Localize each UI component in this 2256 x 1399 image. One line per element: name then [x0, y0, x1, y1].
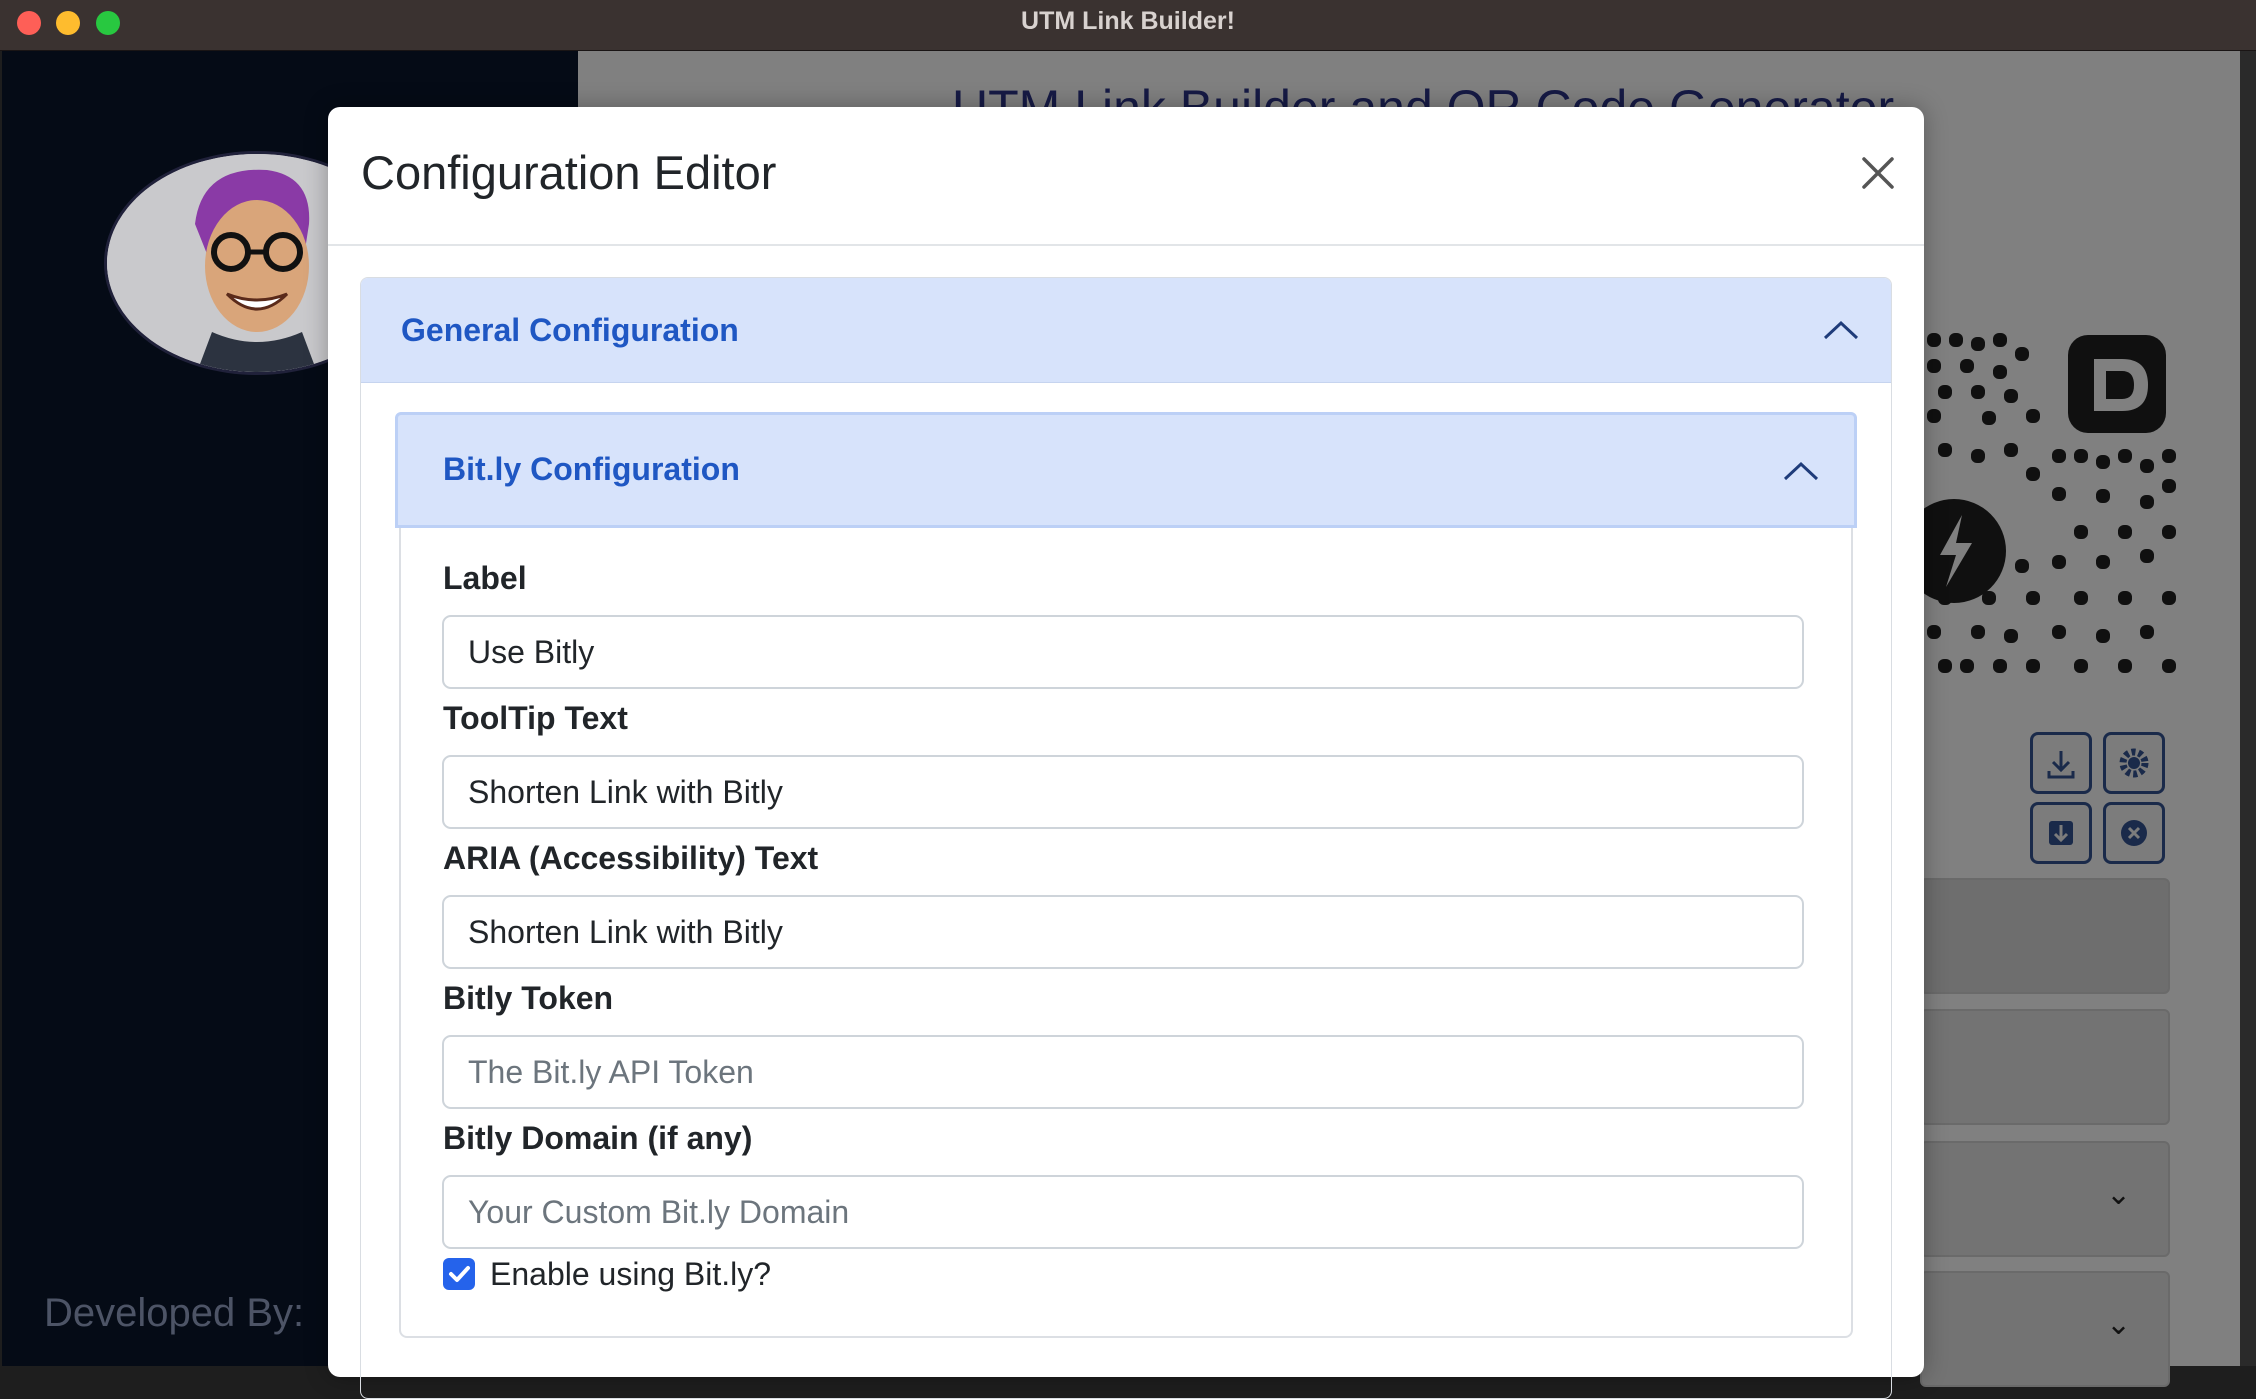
- gear-icon: [2119, 748, 2149, 778]
- chevron-up-icon: [1783, 461, 1819, 481]
- chevron-up-icon: [1823, 320, 1859, 340]
- check-icon: [449, 1266, 470, 1282]
- enable-bitly-label: Enable using Bit.ly?: [490, 1256, 772, 1292]
- window-titlebar: UTM Link Builder!: [0, 0, 2256, 51]
- modal-header: Configuration Editor: [328, 107, 1924, 246]
- clear-icon: [2121, 820, 2147, 846]
- window-edge: [2240, 51, 2256, 1366]
- bitly-token-label: Bitly Token: [443, 980, 614, 1016]
- background-panel: [1920, 1009, 2170, 1125]
- window-title: UTM Link Builder!: [1021, 7, 1235, 35]
- chevron-down-icon: ⌄: [2106, 1308, 2132, 1341]
- bitly-configuration-section: Bit.ly Configuration Label ToolTip Text …: [395, 412, 1857, 1338]
- tooltip-field-label: ToolTip Text: [443, 700, 628, 736]
- section-title: General Configuration: [401, 312, 739, 348]
- clear-button[interactable]: [2103, 802, 2165, 864]
- settings-button[interactable]: [2103, 732, 2165, 794]
- tooltip-input[interactable]: [442, 755, 1804, 829]
- qr-code: [1902, 329, 2178, 773]
- configuration-editor-modal: Configuration Editor General Configurati…: [328, 107, 1924, 1399]
- label-field-label: Label: [443, 560, 527, 596]
- aria-input[interactable]: [442, 895, 1804, 969]
- aria-field-label: ARIA (Accessibility) Text: [443, 840, 819, 876]
- background-panel: [1920, 878, 2170, 994]
- bitly-configuration-header[interactable]: Bit.ly Configuration: [395, 412, 1857, 528]
- download-button[interactable]: [2030, 732, 2092, 794]
- background-collapsed-section[interactable]: [1920, 1141, 2170, 1257]
- general-configuration-header[interactable]: General Configuration: [361, 278, 1891, 383]
- general-configuration-section: General Configuration Bit.ly Configurati…: [360, 277, 1892, 1399]
- close-button[interactable]: [1856, 151, 1900, 195]
- enable-bitly-checkbox[interactable]: [443, 1258, 475, 1290]
- bitly-domain-label: Bitly Domain (if any): [443, 1120, 753, 1156]
- download-icon: [2047, 751, 2075, 779]
- background-collapsed-section[interactable]: [1920, 1271, 2170, 1387]
- modal-title: Configuration Editor: [361, 146, 777, 199]
- bitly-token-input[interactable]: [442, 1035, 1804, 1109]
- chevron-down-icon: ⌄: [2106, 1178, 2132, 1211]
- bitly-domain-input[interactable]: [442, 1175, 1804, 1249]
- save-button[interactable]: [2030, 802, 2092, 864]
- save-icon: [2049, 821, 2073, 845]
- developed-by-text: Developed By:: [44, 1291, 305, 1335]
- section-title: Bit.ly Configuration: [443, 451, 740, 487]
- label-input[interactable]: [442, 615, 1804, 689]
- close-icon: [1862, 157, 1894, 189]
